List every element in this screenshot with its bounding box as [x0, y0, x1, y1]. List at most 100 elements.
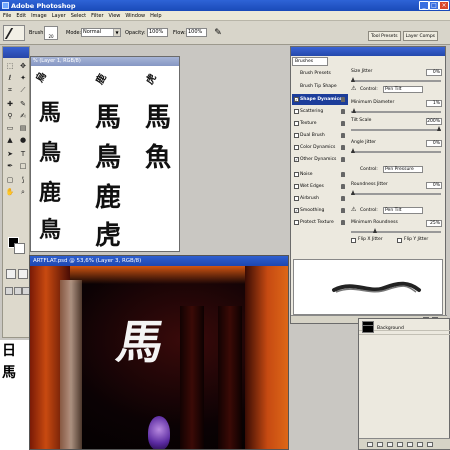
slider-thumb[interactable] — [437, 126, 441, 131]
tab-tool-presets[interactable]: Tool Presets — [368, 31, 401, 41]
menu-view[interactable]: View — [109, 13, 121, 19]
list-item-scattering[interactable]: Scattering — [292, 106, 348, 117]
link-icon[interactable] — [367, 442, 373, 447]
other-dynamics-checkbox[interactable]: ✓ — [294, 157, 299, 162]
calligraphy-document[interactable]: % (Layer 1, RGB/8) 烏 鹿 虎 馬 馬 馬 鳥 鳥 魚 鹿 鹿… — [30, 56, 180, 252]
healing-icon[interactable]: ✚ — [4, 99, 16, 110]
list-item-brush-tip-shape[interactable]: Brush Tip Shape — [292, 81, 348, 92]
tilt-scale-slider[interactable] — [351, 126, 441, 131]
maximize-button[interactable]: □ — [429, 1, 439, 10]
min-diameter-slider[interactable] — [351, 108, 441, 113]
list-item-color-dynamics[interactable]: Color Dynamics — [292, 142, 348, 153]
eyedropper-icon[interactable]: ⟆ — [17, 175, 29, 186]
lock-icon[interactable] — [341, 220, 345, 225]
layer-row-background[interactable]: Background — [359, 323, 450, 335]
flip-y-checkbox[interactable] — [397, 238, 402, 243]
path-select-icon[interactable]: ➤ — [4, 149, 16, 160]
slider-thumb[interactable] — [352, 108, 356, 113]
screen-mode-standard-button[interactable] — [5, 287, 13, 295]
close-button[interactable]: × — [439, 1, 449, 10]
min-roundness-slider[interactable] — [351, 228, 441, 233]
roundness-jitter-slider[interactable] — [351, 190, 441, 195]
list-item-shape-dynamics[interactable]: ✓ Shape Dynamics — [292, 94, 348, 105]
list-item-texture[interactable]: Texture — [292, 118, 348, 129]
lock-icon[interactable] — [341, 208, 345, 213]
tilt-scale-field[interactable]: 200% — [426, 118, 442, 125]
screen-mode-full-menu-button[interactable] — [14, 287, 22, 295]
history-brush-icon[interactable]: ✍ — [17, 111, 29, 122]
lock-icon[interactable] — [341, 196, 345, 201]
artflat-document[interactable]: ARTFLAT.psd @ 53,6% (Layer 3, RGB/8) 馬 — [29, 255, 289, 450]
size-jitter-field[interactable]: 0% — [426, 69, 442, 76]
list-item-wet-edges[interactable]: Wet Edges — [292, 181, 348, 192]
palette-header[interactable] — [291, 47, 445, 56]
list-item-noise[interactable]: Noise — [292, 169, 348, 180]
document-title[interactable]: ARTFLAT.psd @ 53,6% (Layer 3, RGB/8) — [30, 256, 288, 266]
hand-icon[interactable]: ✋ — [4, 187, 16, 198]
menu-layer[interactable]: Layer — [52, 13, 66, 19]
quick-mask-button[interactable] — [18, 269, 28, 279]
list-item-other-dynamics[interactable]: ✓ Other Dynamics — [292, 154, 348, 165]
lock-icon[interactable] — [341, 157, 345, 162]
control-select-3[interactable]: Pen Tilt — [383, 207, 423, 214]
stamp-icon[interactable]: ⚲ — [4, 111, 16, 122]
slider-thumb[interactable] — [351, 148, 355, 153]
angle-jitter-slider[interactable] — [351, 148, 441, 153]
protect-texture-checkbox[interactable] — [294, 220, 299, 225]
gradient-icon[interactable]: ▤ — [17, 123, 29, 134]
tool-preset-picker[interactable] — [3, 25, 25, 41]
lock-icon[interactable] — [341, 121, 345, 126]
control-select-1[interactable]: Pen Tilt — [383, 86, 423, 93]
list-item-airbrush[interactable]: Airbrush — [292, 193, 348, 204]
menu-edit[interactable]: Edit — [16, 13, 26, 19]
eraser-icon[interactable]: ▭ — [4, 123, 16, 134]
min-roundness-field[interactable]: 25% — [426, 220, 442, 227]
shape-dynamics-checkbox[interactable]: ✓ — [294, 97, 299, 102]
pen-icon[interactable]: ✒ — [4, 161, 16, 172]
move-icon[interactable]: ✥ — [17, 61, 29, 72]
texture-checkbox[interactable] — [294, 121, 299, 126]
type-icon[interactable]: T — [17, 149, 29, 160]
menu-file[interactable]: File — [3, 13, 11, 19]
flow-field[interactable]: 100% — [186, 28, 207, 37]
magic-wand-icon[interactable]: ✦ — [17, 73, 29, 84]
trash-icon[interactable] — [427, 442, 433, 447]
smoothing-checkbox[interactable]: ✓ — [294, 208, 299, 213]
airbrush-checkbox[interactable] — [294, 196, 299, 201]
mask-icon[interactable] — [387, 442, 393, 447]
flip-x-checkbox[interactable] — [351, 238, 356, 243]
lasso-icon[interactable]: ℓ — [4, 73, 16, 84]
dodge-icon[interactable]: ● — [17, 135, 29, 146]
lock-icon[interactable] — [341, 172, 345, 177]
brush-icon[interactable]: ✎ — [17, 99, 29, 110]
scattering-checkbox[interactable] — [294, 109, 299, 114]
adjustment-icon[interactable] — [397, 442, 403, 447]
angle-jitter-field[interactable]: 0% — [426, 140, 442, 147]
document-title[interactable]: % (Layer 1, RGB/8) — [31, 57, 179, 66]
menu-filter[interactable]: Filter — [91, 13, 103, 19]
slider-thumb[interactable] — [373, 228, 377, 233]
menu-select[interactable]: Select — [71, 13, 86, 19]
marquee-icon[interactable]: ⬚ — [4, 61, 16, 72]
group-icon[interactable] — [407, 442, 413, 447]
list-item-smoothing[interactable]: ✓ Smoothing — [292, 205, 348, 216]
brush-picker[interactable]: 20 — [44, 26, 58, 40]
color-dynamics-checkbox[interactable] — [294, 145, 299, 150]
menu-window[interactable]: Window — [125, 13, 145, 19]
min-diameter-field[interactable]: 1% — [426, 100, 442, 107]
new-layer-icon[interactable] — [417, 442, 423, 447]
list-item-dual-brush[interactable]: Dual Brush — [292, 130, 348, 141]
notes-icon[interactable]: ▢ — [4, 175, 16, 186]
lock-icon[interactable] — [341, 145, 345, 150]
noise-checkbox[interactable] — [294, 172, 299, 177]
roundness-jitter-field[interactable]: 0% — [426, 182, 442, 189]
lock-icon[interactable] — [341, 133, 345, 138]
zoom-icon[interactable]: ⌕ — [17, 187, 29, 198]
blur-icon[interactable]: ▲ — [4, 135, 16, 146]
slider-thumb[interactable] — [351, 77, 355, 82]
lock-icon[interactable] — [341, 97, 345, 102]
toolbox-header[interactable] — [3, 47, 29, 58]
crop-icon[interactable]: ⌗ — [4, 85, 16, 96]
tab-layer-comps[interactable]: Layer Comps — [402, 31, 439, 41]
size-jitter-slider[interactable] — [351, 77, 441, 82]
